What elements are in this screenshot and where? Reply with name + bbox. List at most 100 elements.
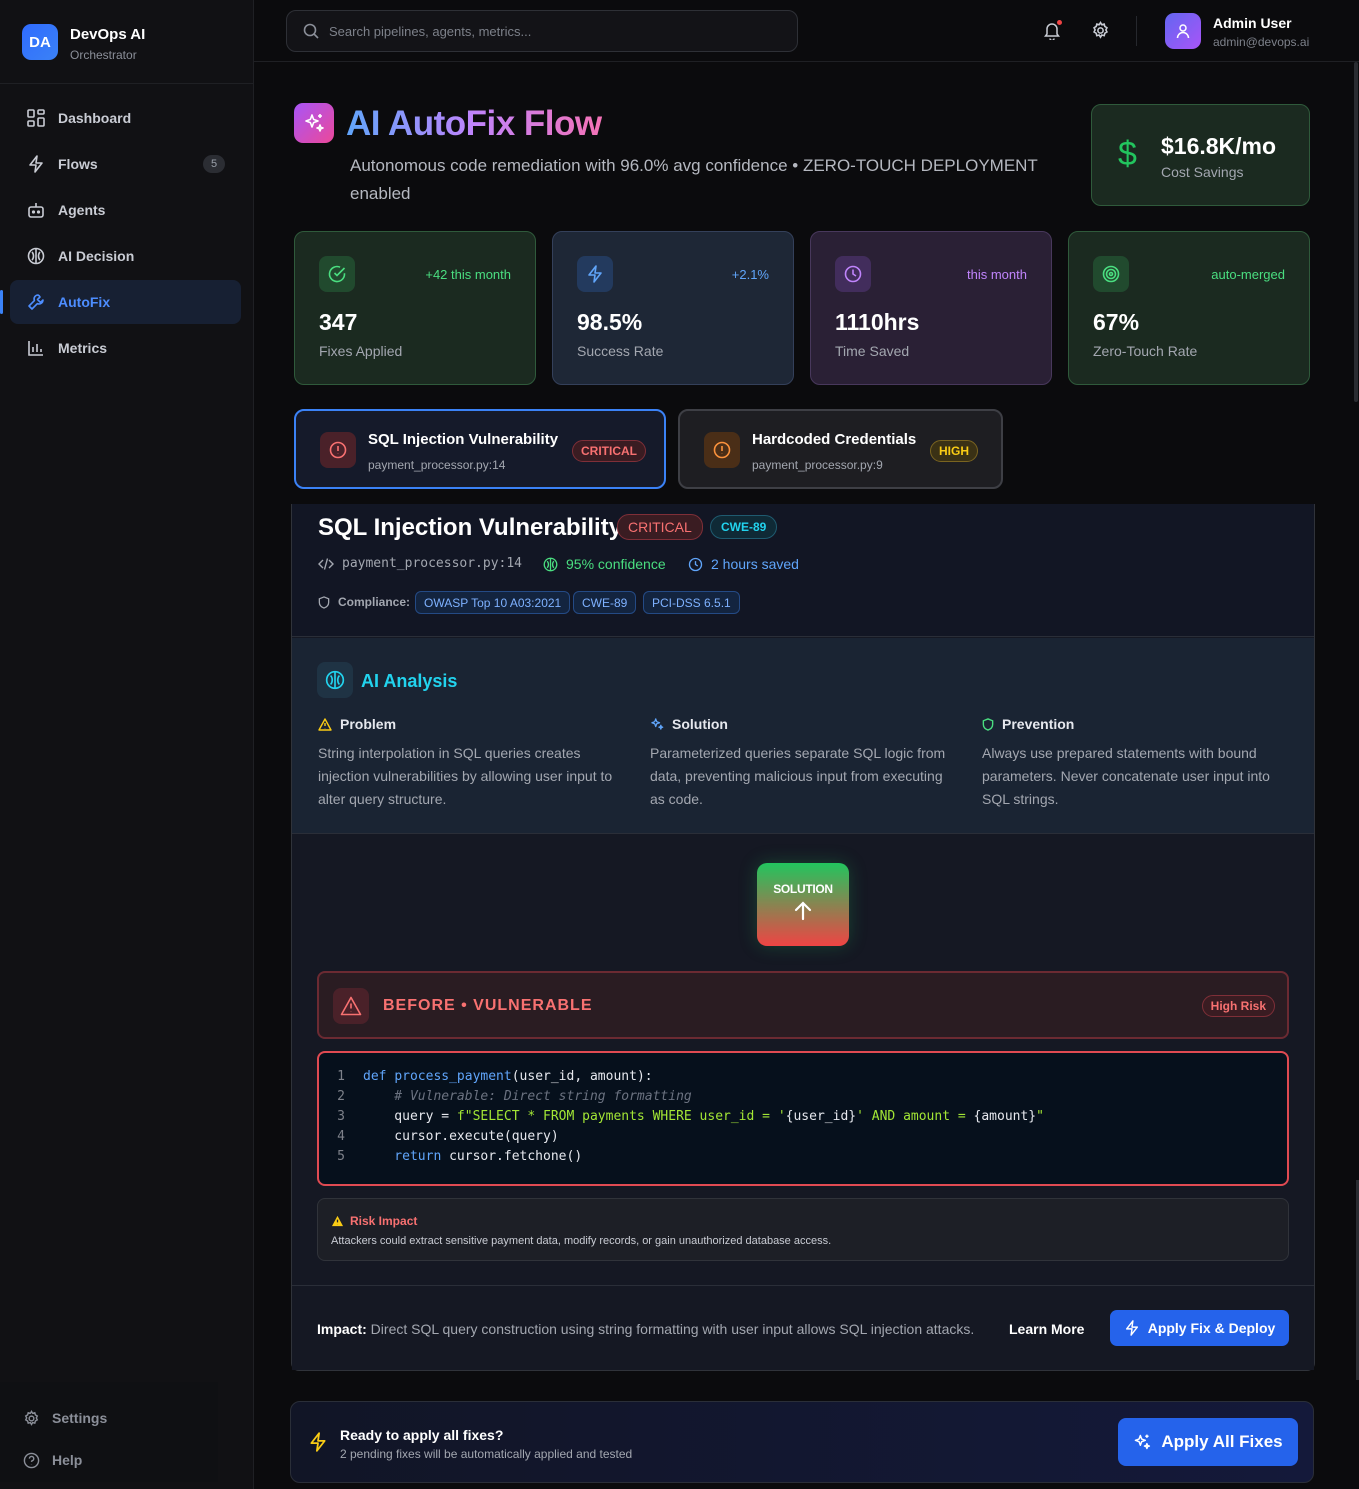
search-box[interactable] — [286, 10, 798, 52]
shield-icon — [318, 595, 330, 609]
line-number: 5 — [337, 1149, 345, 1164]
compliance-tag: OWASP Top 10 A03:2021 — [415, 591, 571, 614]
vuln-tab-sql-injection[interactable]: SQL Injection Vulnerability payment_proc… — [294, 409, 666, 489]
stat-trend: +2.1% — [731, 267, 769, 282]
settings-button[interactable] — [1089, 19, 1111, 41]
problem-title: Problem — [340, 716, 397, 732]
vuln-file: payment_processor.py:14 — [368, 458, 506, 472]
sidebar-item-label: Flows — [58, 156, 98, 172]
bot-icon — [26, 200, 46, 220]
solution-title: Solution — [672, 716, 728, 732]
ready-text: 2 pending fixes will be automatically ap… — [340, 1447, 633, 1461]
apply-fix-label: Apply Fix & Deploy — [1147, 1320, 1276, 1336]
stat-value: 98.5% — [577, 309, 643, 335]
sidebar-item-label: Agents — [58, 202, 106, 218]
page-subtitle: Autonomous code remediation with 96.0% a… — [350, 156, 1038, 203]
line-number: 3 — [337, 1109, 345, 1124]
risk-impact-box: Risk Impact Attackers could extract sens… — [317, 1198, 1289, 1261]
problem-text: String interpolation in SQL queries crea… — [318, 745, 613, 807]
logo: DA — [22, 24, 58, 60]
severity-badge: CRITICAL — [572, 440, 646, 462]
bolt-icon — [577, 256, 613, 292]
stat-label: Fixes Applied — [319, 343, 403, 359]
sidebar-item-flows[interactable]: Flows 5 — [10, 142, 241, 186]
vuln-tab-hardcoded-credentials[interactable]: Hardcoded Credentials payment_processor.… — [678, 409, 1003, 489]
help-label: Help — [52, 1452, 83, 1468]
time-saved-meta: 2 hours saved — [688, 556, 799, 572]
arrow-up-icon — [792, 900, 814, 927]
time-saved-text: 2 hours saved — [711, 556, 799, 572]
file-meta: payment_processor.py:14 — [318, 556, 522, 571]
settings-label: Settings — [52, 1410, 108, 1426]
compliance-label: Compliance: — [318, 595, 410, 609]
search-input[interactable] — [329, 23, 769, 39]
compliance-tag: PCI-DSS 6.5.1 — [643, 591, 740, 614]
sparkles-icon — [650, 717, 664, 731]
code-icon — [318, 557, 334, 571]
vuln-file: payment_processor.py:9 — [752, 458, 883, 472]
sidebar-item-metrics[interactable]: Metrics — [10, 326, 241, 370]
stat-card-success: +2.1% 98.5% Success Rate — [552, 231, 794, 385]
topbar: Admin User admin@devops.ai — [254, 0, 1359, 62]
stat-card-time: this month 1110hrs Time Saved — [810, 231, 1052, 385]
savings-label: Cost Savings — [1161, 164, 1244, 180]
flows-count-badge: 5 — [203, 155, 225, 173]
stat-card-fixes: +42 this month 347 Fixes Applied — [294, 231, 536, 385]
code-line: 4 cursor.execute(query) — [319, 1129, 1287, 1149]
sidebar-footer: Settings Help — [0, 1382, 218, 1482]
apply-fix-button[interactable]: Apply Fix & Deploy — [1110, 1310, 1289, 1346]
code-line: 3 query = f"SELECT * FROM payments WHERE… — [319, 1109, 1287, 1129]
code-line: 1 def process_payment (user_id, amount): — [319, 1069, 1287, 1089]
shield-icon — [982, 717, 994, 731]
grid-icon — [26, 108, 46, 128]
code-line: 5 return cursor.fetchone() — [319, 1149, 1287, 1169]
solution-toggle-button[interactable]: SOLUTION — [757, 863, 849, 946]
apply-all-fixes-button[interactable]: Apply All Fixes — [1118, 1418, 1298, 1466]
file-path: payment_processor.py:14 — [342, 556, 523, 571]
divider — [1136, 16, 1137, 46]
page-title: AI AutoFix Flow — [346, 104, 602, 143]
sidebar-settings[interactable]: Settings — [22, 1409, 107, 1427]
sparkles-icon — [1133, 1433, 1151, 1451]
warning-icon — [331, 1215, 344, 1227]
sidebar-help[interactable]: Help — [22, 1451, 82, 1469]
solution-toggle-label: SOLUTION — [773, 882, 833, 896]
apply-all-label: Apply All Fixes — [1161, 1432, 1283, 1451]
solution-column: Solution Parameterized queries separate … — [650, 716, 950, 811]
sidebar-item-ai-decision[interactable]: AI Decision — [10, 234, 241, 278]
alert-circle-icon — [320, 432, 356, 468]
avatar[interactable] — [1165, 13, 1201, 49]
analysis-title: AI Analysis — [361, 671, 458, 691]
risk-badge: High Risk — [1201, 995, 1275, 1017]
ai-analysis-section: AI Analysis Problem String interpolation… — [292, 638, 1314, 834]
gear-icon — [22, 1409, 40, 1427]
ready-banner: Ready to apply all fixes? 2 pending fixe… — [290, 1401, 1314, 1483]
search-icon — [303, 23, 319, 39]
alert-circle-icon — [704, 432, 740, 468]
bar-chart-icon — [26, 338, 46, 358]
problem-column: Problem String interpolation in SQL quer… — [318, 716, 618, 811]
stat-value: 1110hrs — [835, 309, 920, 335]
line-number: 1 — [337, 1069, 345, 1084]
stat-card-zero-touch: auto-merged 67% Zero-Touch Rate — [1068, 231, 1310, 385]
savings-value: $16.8K/mo — [1161, 133, 1277, 159]
vuln-title: SQL Injection Vulnerability — [368, 431, 559, 448]
scrollbar[interactable] — [1354, 62, 1358, 402]
prevention-title: Prevention — [1002, 716, 1075, 732]
vuln-title: Hardcoded Credentials — [752, 431, 917, 448]
target-icon — [1093, 256, 1129, 292]
warning-icon — [333, 988, 369, 1024]
sidebar-item-label: AI Decision — [58, 248, 135, 264]
sidebar-item-dashboard[interactable]: Dashboard — [10, 96, 241, 140]
divider — [0, 83, 254, 84]
sidebar-item-agents[interactable]: Agents — [10, 188, 241, 232]
severity-badge: CRITICAL — [617, 514, 703, 540]
detail-title: SQL Injection Vulnerability — [318, 514, 623, 541]
brand-title: DevOps AI — [70, 26, 146, 43]
confidence-text: 95% confidence — [566, 556, 666, 572]
nav: Dashboard Flows 5 Agents AI Decision Aut… — [0, 96, 241, 372]
learn-more-link[interactable]: Learn More — [1009, 1321, 1084, 1337]
sidebar-item-autofix[interactable]: AutoFix — [0, 280, 241, 324]
notifications-button[interactable] — [1041, 19, 1063, 41]
user-name: Admin User — [1213, 15, 1292, 31]
